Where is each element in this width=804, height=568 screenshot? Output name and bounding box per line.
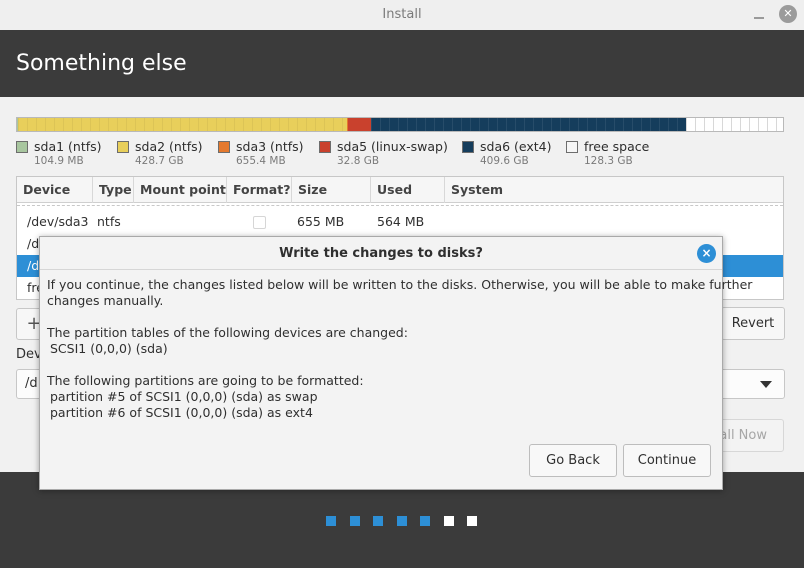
page-title: Something else <box>16 51 187 76</box>
cell-device: /d <box>27 258 40 273</box>
column-used[interactable]: Used <box>371 177 445 203</box>
minimize-icon[interactable] <box>749 5 769 25</box>
dialog-intro-line-1: If you continue, the changes listed belo… <box>47 277 753 292</box>
table-header: Device Type Mount point Format? Size Use… <box>17 177 783 203</box>
column-device[interactable]: Device <box>17 177 93 203</box>
partition-bar <box>16 117 784 132</box>
column-system[interactable]: System <box>445 177 783 203</box>
column-mount-point[interactable]: Mount point <box>134 177 227 203</box>
legend-size: 128.3 GB <box>584 155 633 167</box>
column-format[interactable]: Format? <box>227 177 292 203</box>
legend-size: 104.9 MB <box>34 155 84 167</box>
title-bar: Install ✕ <box>0 0 804 30</box>
progress-dot-completed <box>349 516 360 526</box>
dialog-intro-line-2: changes manually. <box>47 293 164 308</box>
cell-device: /d <box>27 236 40 251</box>
legend-swatch <box>566 141 578 153</box>
dialog-format-heading: The following partitions are going to be… <box>47 373 364 388</box>
legend-name: sda5 (linux-swap) <box>337 139 448 154</box>
format-checkbox[interactable] <box>253 216 266 229</box>
page-header: Something else <box>0 30 804 97</box>
dialog-close-icon[interactable]: × <box>697 244 716 263</box>
window-title: Install <box>382 7 422 22</box>
chevron-down-icon <box>760 381 772 388</box>
progress-dot-completed <box>373 516 383 526</box>
legend-name: sda2 (ntfs) <box>135 139 203 154</box>
column-type[interactable]: Type <box>93 177 134 203</box>
partition-segment-sda2 <box>18 118 347 131</box>
window-close-icon[interactable]: ✕ <box>779 5 797 23</box>
boot-device-value: /d <box>25 376 38 391</box>
progress-dot-completed <box>420 516 430 526</box>
revert-button[interactable]: Revert <box>721 307 785 340</box>
dialog-format-item: partition #6 of SCSI1 (0,0,0) (sda) as e… <box>50 405 313 420</box>
boot-device-label: Dev <box>16 347 42 362</box>
cell-type: ntfs <box>97 214 121 229</box>
cell-used: 564 MB <box>377 214 425 229</box>
legend-name: sda3 (ntfs) <box>236 139 304 154</box>
legend-name: sda1 (ntfs) <box>34 139 102 154</box>
dialog-divider <box>40 269 722 270</box>
cell-size: 655 MB <box>297 214 345 229</box>
dialog-tables-heading: The partition tables of the following de… <box>47 325 408 340</box>
table-row[interactable]: /dev/sda3 ntfs 655 MB 564 MB <box>17 211 783 233</box>
column-size[interactable]: Size <box>292 177 371 203</box>
legend-swatch <box>462 141 474 153</box>
progress-dot-pending <box>443 516 454 526</box>
partition-segment-sda6 <box>370 118 686 131</box>
legend-size: 32.8 GB <box>337 155 380 167</box>
continue-button[interactable]: Continue <box>623 444 711 477</box>
scrolled-row-edge <box>17 203 783 206</box>
partition-segment-free-space <box>685 118 783 131</box>
legend-swatch <box>319 141 331 153</box>
dialog-format-item: partition #5 of SCSI1 (0,0,0) (sda) as s… <box>50 389 318 404</box>
go-back-button[interactable]: Go Back <box>529 444 617 477</box>
progress-dot-completed <box>326 516 336 526</box>
write-changes-dialog: Write the changes to disks? × If you con… <box>39 236 752 490</box>
legend-size: 409.6 GB <box>480 155 529 167</box>
partition-segment-sda5 <box>348 118 371 131</box>
cell-device: /dev/sda3 <box>27 214 89 229</box>
legend-swatch <box>117 141 129 153</box>
dialog-tables-device: SCSI1 (0,0,0) (sda) <box>50 341 168 356</box>
progress-dot-pending <box>467 516 477 526</box>
legend-name: free space <box>584 139 650 154</box>
legend-swatch <box>218 141 230 153</box>
legend-size: 655.4 MB <box>236 155 286 167</box>
dialog-title: Write the changes to disks? <box>279 246 483 261</box>
progress-dot-completed <box>396 516 407 526</box>
legend-name: sda6 (ext4) <box>480 139 552 154</box>
legend-size: 428.7 GB <box>135 155 184 167</box>
legend-swatch <box>16 141 28 153</box>
